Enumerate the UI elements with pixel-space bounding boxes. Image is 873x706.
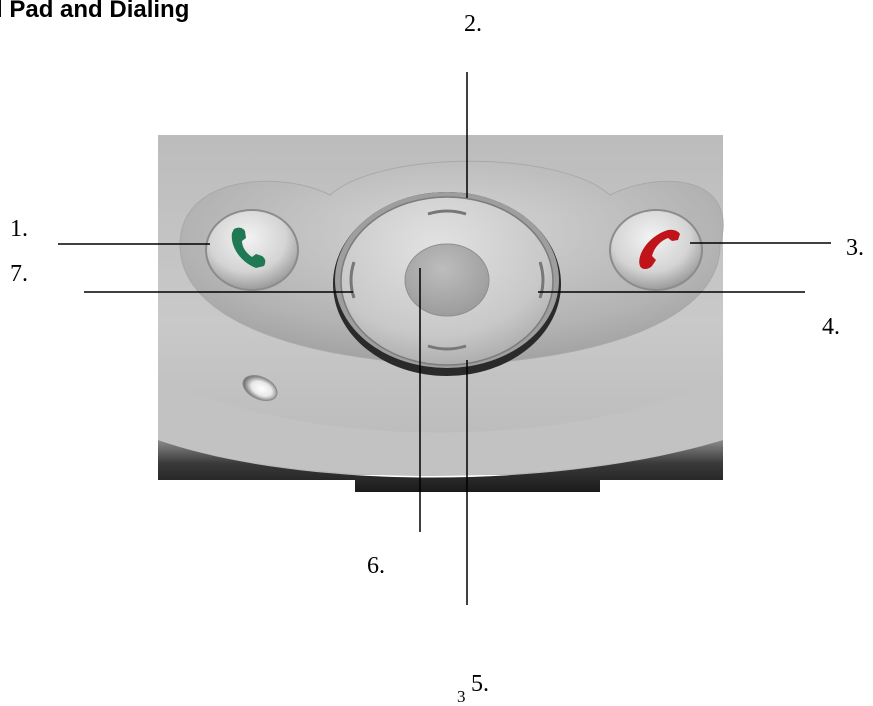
device-diagram [58,72,831,605]
page-number: 3 [457,687,466,706]
end-button[interactable] [609,209,703,291]
callout-label-5: 5. [471,671,489,697]
callout-label-4: 4. [822,314,840,340]
callout-label-1: 1. [10,216,28,242]
callout-label-7: 7. [10,261,28,287]
center-action-button[interactable] [404,243,490,317]
callout-label-3: 3. [846,235,864,261]
callout-label-6: 6. [367,553,385,579]
callout-label-2: 2. [464,11,482,37]
talk-button[interactable] [205,209,299,291]
